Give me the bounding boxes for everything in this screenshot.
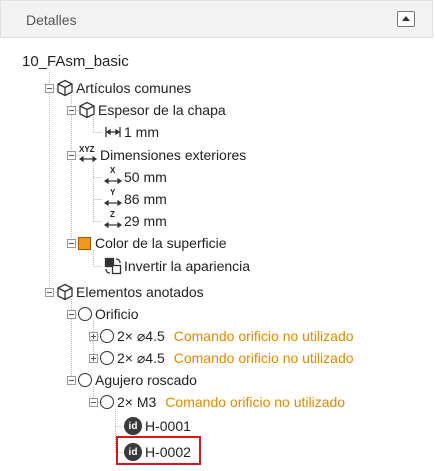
hole-circle-icon [100, 351, 114, 365]
tree-root[interactable]: 10_FAsm_basic [22, 50, 129, 72]
z-dimension-icon: Z [104, 210, 122, 231]
axis-letter: X [110, 166, 116, 175]
hole-spec: 2× M3 [117, 394, 157, 410]
tree-node-surface-color[interactable]: Color de la superficie [67, 232, 227, 254]
collapse-toggle[interactable] [67, 105, 76, 115]
root-label: 10_FAsm_basic [22, 52, 129, 70]
thickness-value: 1 mm [124, 124, 159, 140]
tree-leaf-dimension-x[interactable]: X 50 mm [104, 166, 167, 188]
node-label: Dimensiones exteriores [100, 147, 247, 163]
tree-leaf-dimension-y[interactable]: Y 86 mm [104, 188, 167, 210]
hole-spec: 2× ⌀4.5 [117, 349, 165, 366]
collapse-toggle[interactable] [89, 397, 98, 407]
hole-circle-icon [78, 307, 92, 321]
tree-node-hole[interactable]: Orificio [67, 303, 139, 325]
node-label: Espesor de la chapa [98, 102, 226, 118]
invert-appearance-icon [104, 257, 122, 275]
color-swatch-icon [78, 236, 91, 250]
node-label: Color de la superficie [95, 235, 227, 251]
expand-toggle[interactable] [89, 331, 98, 341]
details-panel-header: Detalles [0, 0, 433, 38]
node-label: Agujero roscado [95, 372, 197, 388]
collapse-toggle[interactable] [67, 375, 76, 385]
tree-node-sheet-thickness[interactable]: Espesor de la chapa [67, 99, 226, 121]
warning-text: Comando orificio no utilizado [173, 350, 354, 366]
node-label: Artículos comunes [76, 80, 192, 96]
selection-highlight-box [116, 436, 201, 465]
collapse-toggle[interactable] [67, 150, 76, 160]
x-dimension-icon: X [104, 166, 122, 187]
y-dimension-icon: Y [104, 188, 122, 209]
collapse-toggle[interactable] [45, 287, 54, 297]
hole-circle-icon [78, 373, 92, 387]
warning-text: Comando orificio no utilizado [165, 394, 346, 410]
collapse-toggle[interactable] [67, 309, 76, 319]
tree-node-hole-item-2[interactable]: 2× ⌀4.5 Comando orificio no utilizado [89, 347, 354, 369]
collapse-toggle[interactable] [45, 83, 54, 93]
hole-circle-icon [100, 395, 114, 409]
node-label: Invertir la apariencia [124, 258, 251, 274]
node-label: Elementos anotados [76, 284, 204, 300]
collapse-toggle[interactable] [67, 238, 76, 248]
cube-icon [56, 79, 74, 97]
tree-node-common-items[interactable]: Artículos comunes [45, 77, 191, 99]
tree-leaf-invert-appearance[interactable]: Invertir la apariencia [104, 255, 250, 277]
cube-icon [78, 101, 96, 119]
tree-node-annotated-elements[interactable]: Elementos anotados [45, 281, 204, 303]
tree-node-outer-dimensions[interactable]: XYZ Dimensiones exteriores [67, 144, 246, 166]
tree-leaf-thickness-value[interactable]: 1 mm [104, 121, 159, 143]
thickness-icon [104, 123, 122, 141]
tree-leaf-id-1[interactable]: id H-0001 [124, 415, 191, 437]
dimension-value: 86 mm [124, 191, 167, 207]
id-label: H-0001 [145, 418, 191, 434]
hole-circle-icon [100, 329, 114, 343]
tree-node-hole-item-1[interactable]: 2× ⌀4.5 Comando orificio no utilizado [89, 325, 354, 347]
hole-spec: 2× ⌀4.5 [117, 327, 165, 344]
collapse-panel-button[interactable] [397, 11, 415, 27]
cube-icon [56, 283, 74, 301]
dimension-value: 50 mm [124, 169, 167, 185]
id-badge-icon: id [124, 417, 142, 435]
xyz-dimensions-icon: XYZ [78, 145, 98, 164]
details-tree: 10_FAsm_basic Artículos comunes Espesor … [0, 40, 435, 471]
warning-text: Comando orificio no utilizado [173, 328, 354, 344]
tree-node-tapped-hole[interactable]: Agujero roscado [67, 369, 197, 391]
dimension-value: 29 mm [124, 213, 167, 229]
panel-title: Detalles [26, 12, 77, 28]
expand-toggle[interactable] [89, 353, 98, 363]
axis-letter: Y [110, 188, 116, 197]
tree-node-tapped-item[interactable]: 2× M3 Comando orificio no utilizado [89, 391, 345, 413]
node-label: Orificio [95, 306, 139, 322]
axis-letter: Z [110, 210, 115, 219]
xyz-text: XYZ [79, 145, 95, 154]
tree-leaf-dimension-z[interactable]: Z 29 mm [104, 210, 167, 232]
